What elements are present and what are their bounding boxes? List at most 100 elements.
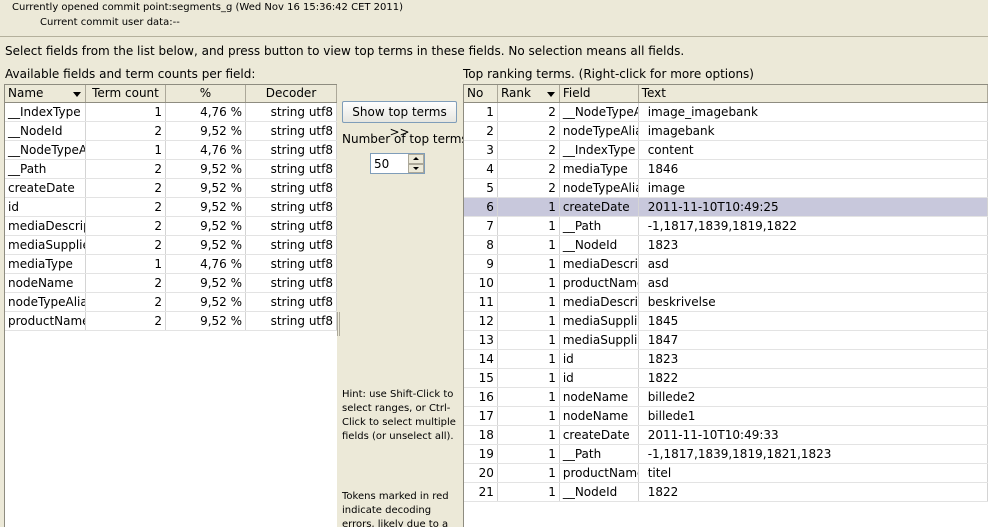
percent-cell: 9,52 % (166, 160, 246, 178)
column-header-decoder[interactable]: Decoder (246, 85, 337, 102)
term-text-cell: 1847 (639, 331, 988, 349)
num-terms-stepper[interactable] (370, 153, 425, 174)
table-row[interactable]: 14 1 id 1823 (464, 350, 988, 369)
table-row[interactable]: 15 1 id 1822 (464, 369, 988, 388)
table-row[interactable]: 52nodeTypeAliasimage (464, 179, 988, 198)
term-text-cell: -1,1817,1839,1819,1822 (639, 217, 988, 235)
table-row[interactable]: nodeTypeAlias 2 9,52 % string utf8 (5, 293, 337, 312)
table-row[interactable]: 131mediaSupplier1847 (464, 331, 988, 350)
term-text-cell: asd (639, 255, 988, 273)
term-no-cell: 2 (464, 122, 498, 140)
column-header-rank[interactable]: Rank (498, 85, 560, 102)
table-row[interactable]: 21 1 __NodeId 1822 (464, 483, 988, 502)
table-row[interactable]: __NodeTypeAlias14,76 %string utf8 (5, 141, 337, 160)
table-row[interactable]: 4 2 mediaType 1846 (464, 160, 988, 179)
table-row[interactable]: 17 1 nodeName billede1 (464, 407, 988, 426)
term-field-cell: mediaSupplier (560, 331, 639, 349)
table-row[interactable]: nodeName 2 9,52 % string utf8 (5, 274, 337, 293)
term-no-cell: 20 (464, 464, 498, 482)
term-field-cell: productName (560, 274, 639, 292)
column-header-no[interactable]: No (464, 85, 498, 102)
term-count-cell: 2 (86, 236, 166, 254)
fields-panel-label: Available fields and term counts per fie… (5, 67, 256, 81)
terms-table[interactable]: No Rank Field Text 12__NodeTypeAliasimag… (463, 84, 988, 527)
num-terms-input[interactable] (371, 154, 409, 173)
term-rank-cell: 1 (498, 369, 560, 387)
term-no-cell: 1 (464, 103, 498, 121)
column-header-name[interactable]: Name (5, 85, 86, 102)
term-no-cell: 19 (464, 445, 498, 463)
table-row[interactable]: createDate 2 9,52 % string utf8 (5, 179, 337, 198)
percent-cell: 9,52 % (166, 198, 246, 216)
term-field-cell: __Path (560, 445, 639, 463)
term-rank-cell: 1 (498, 483, 560, 501)
table-row[interactable]: mediaDescription29,52 %string utf8 (5, 217, 337, 236)
term-no-cell: 17 (464, 407, 498, 425)
table-row[interactable]: __NodeId 2 9,52 % string utf8 (5, 122, 337, 141)
term-no-cell: 14 (464, 350, 498, 368)
term-field-cell: nodeTypeAlias (560, 122, 639, 140)
table-row[interactable]: 20 1 productName titel (464, 464, 988, 483)
column-header-text[interactable]: Text (639, 85, 988, 102)
table-row[interactable]: 111mediaDescriptionbeskrivelse (464, 293, 988, 312)
term-no-cell: 10 (464, 274, 498, 292)
show-top-terms-button[interactable]: Show top terms >> (342, 101, 457, 139)
table-row[interactable]: 22nodeTypeAliasimagebank (464, 122, 988, 141)
table-row[interactable]: mediaSupplier29,52 %string utf8 (5, 236, 337, 255)
instructions-text: Select fields from the list below, and p… (5, 44, 685, 58)
field-name-cell: id (5, 198, 86, 216)
table-row[interactable]: mediaType 1 4,76 % string utf8 (5, 255, 337, 274)
table-row[interactable]: 8 1 __NodeId 1823 (464, 236, 988, 255)
term-field-cell: mediaType (560, 160, 639, 178)
term-rank-cell: 1 (498, 293, 560, 311)
percent-cell: 4,76 % (166, 255, 246, 273)
column-header-field[interactable]: Field (560, 85, 639, 102)
table-row[interactable]: 6 1 createDate 2011-11-10T10:49:25 (464, 198, 988, 217)
table-row[interactable]: 16 1 nodeName billede2 (464, 388, 988, 407)
term-text-cell: beskrivelse (639, 293, 988, 311)
table-row[interactable]: __Path 2 9,52 % string utf8 (5, 160, 337, 179)
term-field-cell: __Path (560, 217, 639, 235)
percent-cell: 9,52 % (166, 293, 246, 311)
table-row[interactable]: __IndexType 1 4,76 % string utf8 (5, 103, 337, 122)
percent-cell: 9,52 % (166, 217, 246, 235)
table-row[interactable]: 18 1 createDate 2011-11-10T10:49:33 (464, 426, 988, 445)
term-count-cell: 2 (86, 179, 166, 197)
fields-table[interactable]: Name Term count % Decoder __IndexType 1 4,… (4, 84, 337, 527)
column-header-percent[interactable]: % (166, 85, 246, 102)
percent-cell: 9,52 % (166, 179, 246, 197)
table-row[interactable]: 12__NodeTypeAliasimage_imagebank (464, 103, 988, 122)
term-rank-cell: 1 (498, 407, 560, 425)
field-name-cell: __NodeTypeAlias (5, 141, 86, 159)
term-text-cell: billede2 (639, 388, 988, 406)
term-count-cell: 1 (86, 103, 166, 121)
stepper-down-icon[interactable] (408, 163, 424, 173)
term-no-cell: 7 (464, 217, 498, 235)
decoder-cell: string utf8 (246, 141, 337, 159)
table-row[interactable]: id 2 9,52 % string utf8 (5, 198, 337, 217)
term-text-cell: 1823 (639, 236, 988, 254)
term-no-cell: 8 (464, 236, 498, 254)
table-row[interactable]: 91mediaDescriptionasd (464, 255, 988, 274)
splitter-handle[interactable] (337, 312, 340, 336)
separator (0, 36, 988, 37)
term-text-cell: 2011-11-10T10:49:33 (639, 426, 988, 444)
decoder-cell: string utf8 (246, 198, 337, 216)
table-row[interactable]: 3 2 __IndexType content (464, 141, 988, 160)
term-no-cell: 4 (464, 160, 498, 178)
table-row[interactable]: 121mediaSupplier1845 (464, 312, 988, 331)
table-row[interactable]: productName 2 9,52 % string utf8 (5, 312, 337, 331)
term-no-cell: 11 (464, 293, 498, 311)
decoder-cell: string utf8 (246, 274, 337, 292)
term-no-cell: 18 (464, 426, 498, 444)
field-name-cell: nodeTypeAlias (5, 293, 86, 311)
table-row[interactable]: 10 1 productName asd (464, 274, 988, 293)
term-rank-cell: 1 (498, 312, 560, 330)
decoder-cell: string utf8 (246, 160, 337, 178)
term-no-cell: 6 (464, 198, 498, 216)
percent-cell: 9,52 % (166, 236, 246, 254)
stepper-up-icon[interactable] (408, 154, 424, 164)
table-row[interactable]: 7 1 __Path -1,1817,1839,1819,1822 (464, 217, 988, 236)
table-row[interactable]: 19 1 __Path -1,1817,1839,1819,1821,1823 (464, 445, 988, 464)
column-header-term-count[interactable]: Term count (86, 85, 166, 102)
